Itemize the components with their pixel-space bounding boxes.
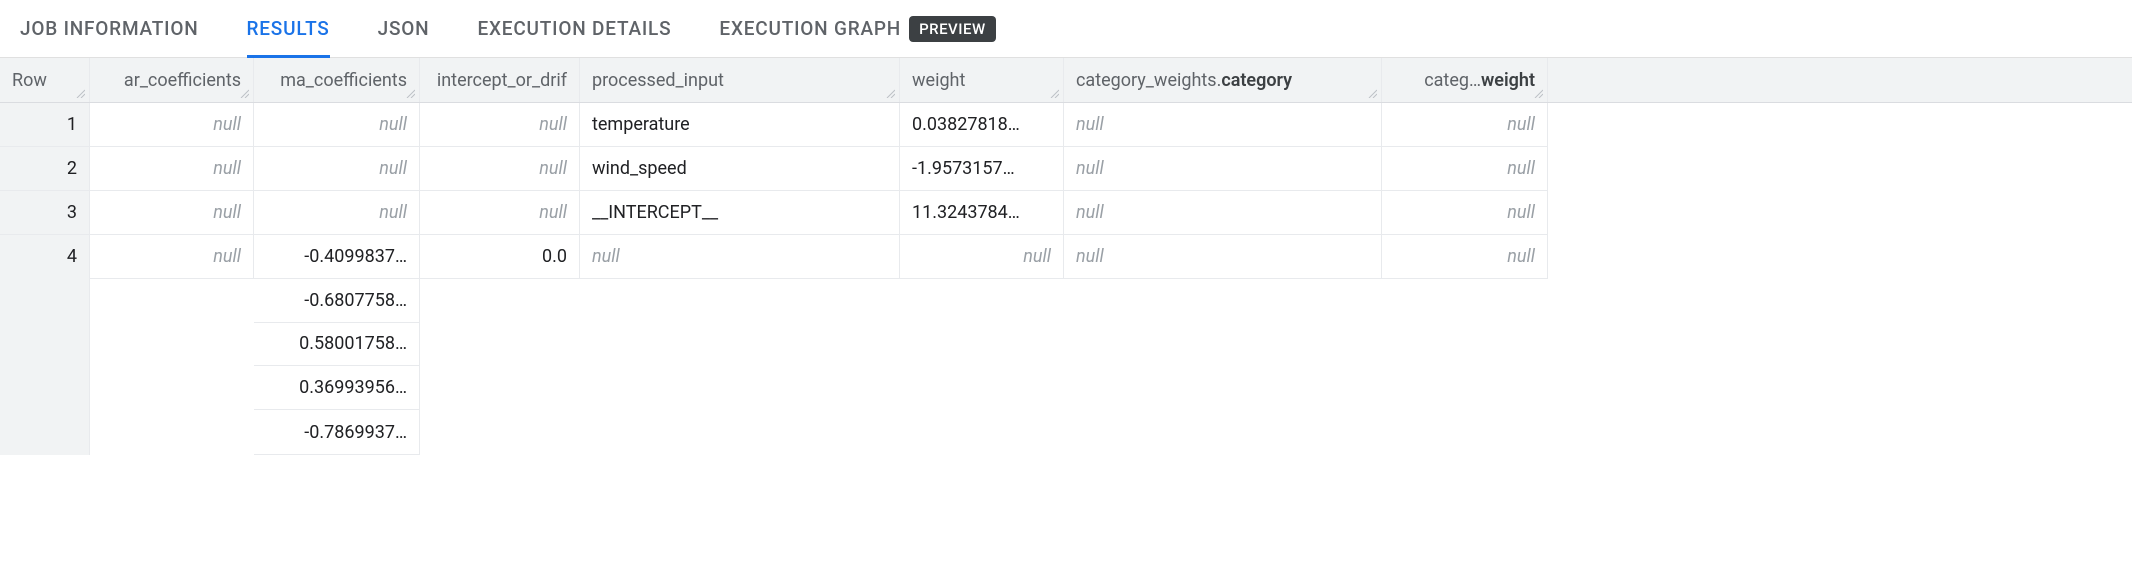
cell-cat-weight: null: [1382, 235, 1548, 279]
cell-processed-input: temperature: [580, 103, 900, 147]
results-table: Row ar_coefficients ma_coefficients inte…: [0, 58, 2132, 455]
col-header-label: categ…weight: [1424, 70, 1535, 91]
tab-execution-details[interactable]: EXECUTION DETAILS: [477, 0, 671, 57]
col-header-weight[interactable]: weight: [900, 58, 1064, 102]
cell-processed-input: null: [580, 235, 900, 279]
col-header-row-label: Row: [12, 70, 47, 91]
cell-category: null: [1064, 191, 1382, 235]
table-header-row: Row ar_coefficients ma_coefficients inte…: [0, 58, 2132, 103]
tab-execution-graph-label: EXECUTION GRAPH: [719, 17, 901, 40]
col-header-row[interactable]: Row: [0, 58, 90, 102]
table-row[interactable]: 2 null null null wind_speed -1.9573157… …: [0, 147, 2132, 191]
row-number: 2: [0, 147, 90, 191]
col-header-intercept[interactable]: intercept_or_drif: [420, 58, 580, 102]
col-header-ma-coefficients[interactable]: ma_coefficients: [254, 58, 420, 102]
cell-cat-weight: null: [1382, 191, 1548, 235]
cell-ar: null: [90, 103, 254, 147]
tab-results[interactable]: RESULTS: [247, 0, 330, 57]
resize-handle-icon[interactable]: [885, 88, 897, 100]
resize-handle-icon[interactable]: [75, 88, 87, 100]
cell-processed-input: wind_speed: [580, 147, 900, 191]
col-header-label: ar_coefficients: [124, 70, 241, 91]
cell-category: null: [1064, 235, 1382, 279]
row-number: 4: [0, 235, 90, 455]
cell-ma: null: [254, 103, 420, 147]
cell-ar: null: [90, 235, 254, 279]
col-header-label: intercept_or_drif: [437, 70, 567, 91]
tab-job-information[interactable]: JOB INFORMATION: [20, 0, 199, 57]
cell-ma: null: [254, 147, 420, 191]
cell-intercept: null: [420, 147, 580, 191]
resize-handle-icon[interactable]: [1533, 88, 1545, 100]
cell-ar: null: [90, 147, 254, 191]
cell-ma-value: -0.7869937…: [254, 410, 419, 454]
cell-ma-value: -0.6807758…: [254, 279, 419, 323]
row-number: 1: [0, 103, 90, 147]
cell-ma-value: -0.4099837…: [254, 235, 419, 279]
col-header-ar-coefficients[interactable]: ar_coefficients: [90, 58, 254, 102]
col-header-label: weight: [912, 70, 965, 91]
table-row[interactable]: 3 null null null __INTERCEPT__ 11.324378…: [0, 191, 2132, 235]
resize-handle-icon[interactable]: [1049, 88, 1061, 100]
table-row[interactable]: 4 null -0.4099837… -0.6807758… 0.5800175…: [0, 235, 2132, 455]
row-number: 3: [0, 191, 90, 235]
cell-intercept: null: [420, 103, 580, 147]
col-header-label: ma_coefficients: [280, 70, 407, 91]
col-header-label: category_weights.category: [1076, 70, 1292, 91]
cell-cat-weight: null: [1382, 147, 1548, 191]
resize-handle-icon[interactable]: [239, 88, 251, 100]
col-header-category[interactable]: category_weights.category: [1064, 58, 1382, 102]
cell-weight: 0.03827818…: [900, 103, 1064, 147]
cell-intercept: null: [420, 191, 580, 235]
col-header-category-weight[interactable]: categ…weight: [1382, 58, 1548, 102]
cell-weight: null: [900, 235, 1064, 279]
tab-json[interactable]: JSON: [378, 0, 430, 57]
cell-ma-value: 0.36993956…: [254, 366, 419, 410]
cell-ar: null: [90, 191, 254, 235]
resize-handle-icon[interactable]: [405, 88, 417, 100]
preview-badge: PREVIEW: [909, 16, 996, 42]
tabs: JOB INFORMATION RESULTS JSON EXECUTION D…: [0, 0, 2132, 58]
cell-ma-value: 0.58001758…: [254, 323, 419, 367]
cell-weight: 11.3243784…: [900, 191, 1064, 235]
table-row[interactable]: 1 null null null temperature 0.03827818……: [0, 103, 2132, 147]
cell-ma-stack: -0.4099837… -0.6807758… 0.58001758… 0.36…: [254, 235, 420, 455]
col-header-processed-input[interactable]: processed_input: [580, 58, 900, 102]
resize-handle-icon[interactable]: [1367, 88, 1379, 100]
cell-cat-weight: null: [1382, 103, 1548, 147]
cell-category: null: [1064, 103, 1382, 147]
cell-processed-input: __INTERCEPT__: [580, 191, 900, 235]
tab-execution-graph[interactable]: EXECUTION GRAPH PREVIEW: [719, 0, 995, 57]
cell-intercept: 0.0: [420, 235, 580, 279]
cell-weight: -1.9573157…: [900, 147, 1064, 191]
col-header-label: processed_input: [592, 70, 724, 91]
cell-ma: null: [254, 191, 420, 235]
cell-category: null: [1064, 147, 1382, 191]
